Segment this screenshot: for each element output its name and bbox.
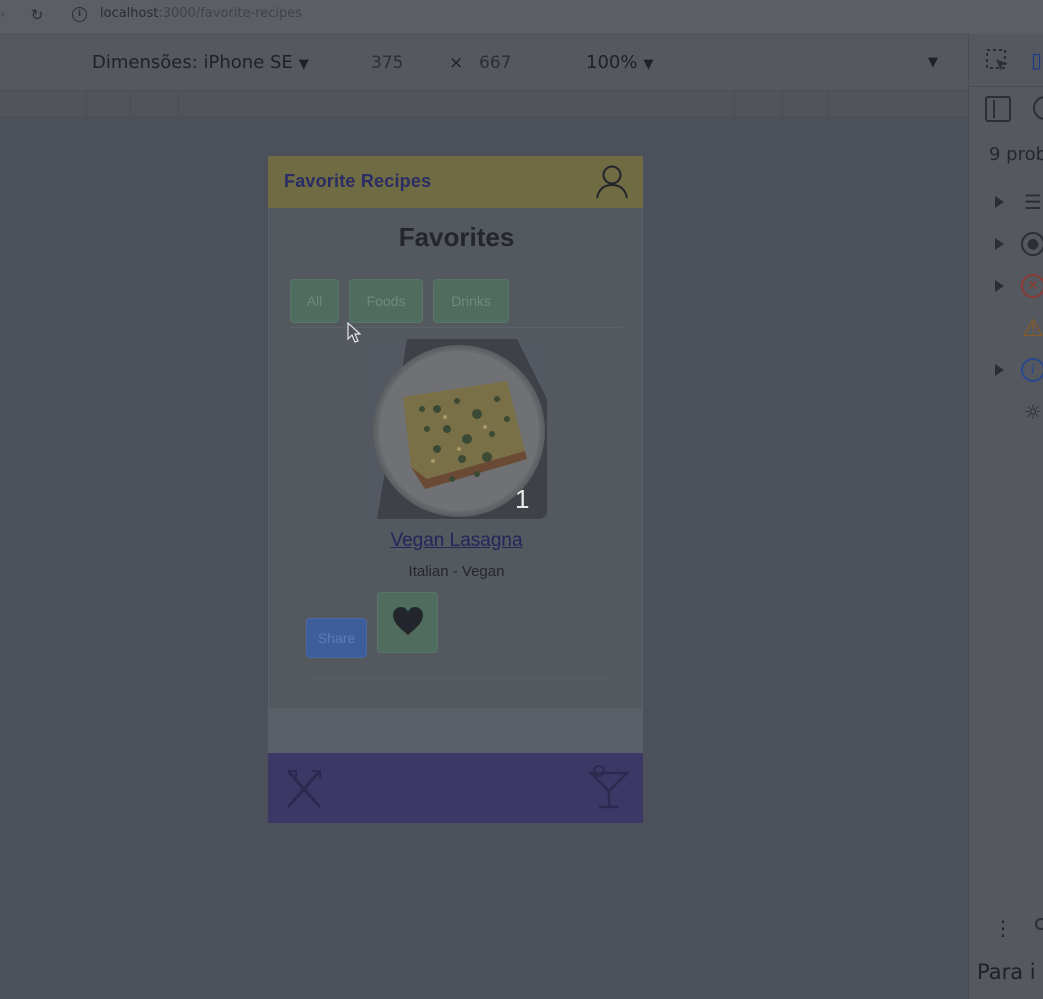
console-row-verbose[interactable]: ☼ bbox=[969, 398, 1043, 428]
recipe-index: 1 bbox=[515, 484, 530, 514]
device-width-input[interactable]: 375 bbox=[371, 53, 403, 73]
page-title: Favorites bbox=[398, 222, 515, 252]
mouse-cursor-icon bbox=[347, 322, 361, 343]
expand-icon[interactable] bbox=[995, 238, 1004, 250]
filter-all-button[interactable]: All bbox=[290, 279, 339, 323]
forward-icon[interactable]: › bbox=[0, 7, 5, 21]
console-row-user[interactable]: ● bbox=[969, 230, 1043, 260]
warning-icon: ⚠ bbox=[1022, 314, 1043, 342]
info-icon: i bbox=[1021, 358, 1043, 382]
expand-icon[interactable] bbox=[995, 196, 1004, 208]
caret-down-icon: ▼ bbox=[643, 57, 654, 72]
console-filter-icon[interactable] bbox=[1033, 96, 1043, 120]
caret-down-icon: ▼ bbox=[298, 57, 309, 72]
zoom-label: 100% bbox=[586, 52, 638, 73]
list-icon: ☰ bbox=[1024, 190, 1042, 214]
browser-address-bar: › ↻ i localhost:3000/favorite-recipes bbox=[0, 0, 1043, 34]
header-title: Favorite Recipes bbox=[284, 171, 432, 191]
problems-count: 9 prob bbox=[989, 144, 1043, 165]
url-field[interactable]: localhost:3000/favorite-recipes bbox=[100, 6, 302, 21]
devtools-footer-text: Para i bbox=[977, 960, 1036, 984]
app-header: Favorite Recipes bbox=[268, 156, 643, 208]
url-host: localhost bbox=[100, 6, 159, 21]
device-screen: Favorite Recipes Favorites All Foods Dri… bbox=[268, 156, 643, 823]
console-row-info[interactable]: i bbox=[969, 356, 1043, 386]
settings-icon[interactable] bbox=[1035, 918, 1043, 930]
recipe-category: Italian - Vegan bbox=[408, 563, 505, 580]
dimension-separator: × bbox=[449, 53, 464, 73]
inspect-element-icon[interactable] bbox=[985, 48, 1011, 74]
devtools-panel: ▯ 9 prob ☰ ● ✕ ⚠ i ☼ ⋮ Para i bbox=[968, 34, 1043, 999]
zoom-select[interactable]: 100% ▼ bbox=[586, 52, 653, 73]
console-row-messages[interactable]: ☰ bbox=[969, 188, 1043, 218]
heart-icon bbox=[393, 607, 423, 635]
device-dimensions-label: Dimensões: iPhone SE bbox=[92, 52, 293, 73]
profile-icon[interactable] bbox=[595, 164, 629, 200]
expand-icon[interactable] bbox=[995, 280, 1004, 292]
url-path: :3000/favorite-recipes bbox=[158, 6, 302, 21]
divider bbox=[309, 678, 609, 679]
device-toggle-icon[interactable]: ▯ bbox=[1031, 48, 1043, 74]
device-height-input[interactable]: 667 bbox=[479, 53, 511, 73]
sidebar-toggle-icon[interactable] bbox=[985, 96, 1011, 122]
meals-icon[interactable] bbox=[282, 767, 326, 811]
more-options-caret-icon[interactable]: ▼ bbox=[928, 55, 938, 70]
filter-foods-button[interactable]: Foods bbox=[349, 279, 423, 323]
divider bbox=[290, 327, 622, 328]
console-row-warnings[interactable]: ⚠ bbox=[969, 314, 1043, 344]
error-icon: ✕ bbox=[1021, 274, 1043, 298]
filter-drinks-button[interactable]: Drinks bbox=[433, 279, 509, 323]
drinks-icon[interactable] bbox=[589, 765, 629, 811]
console-row-errors[interactable]: ✕ bbox=[969, 272, 1043, 302]
expand-icon[interactable] bbox=[995, 364, 1004, 376]
user-icon: ● bbox=[1021, 232, 1043, 256]
device-dimensions-select[interactable]: Dimensões: iPhone SE ▼ bbox=[92, 52, 309, 73]
app-footer bbox=[268, 753, 643, 823]
share-button[interactable]: Share bbox=[306, 618, 367, 658]
bug-icon: ☼ bbox=[1024, 400, 1042, 424]
favorite-button[interactable] bbox=[377, 592, 438, 653]
site-info-icon[interactable]: i bbox=[72, 7, 87, 22]
device-toolbar: Dimensões: iPhone SE ▼ 375 × 667 100% ▼ ▼ bbox=[0, 34, 968, 90]
more-vertical-icon[interactable]: ⋮ bbox=[993, 916, 1013, 940]
media-query-ruler bbox=[0, 90, 968, 118]
favorites-content: Favorites All Foods Drinks 1 Vegan Lasag… bbox=[268, 208, 643, 708]
recipe-name-link[interactable]: Vegan Lasagna bbox=[269, 530, 643, 552]
reload-icon[interactable]: ↻ bbox=[28, 6, 46, 24]
